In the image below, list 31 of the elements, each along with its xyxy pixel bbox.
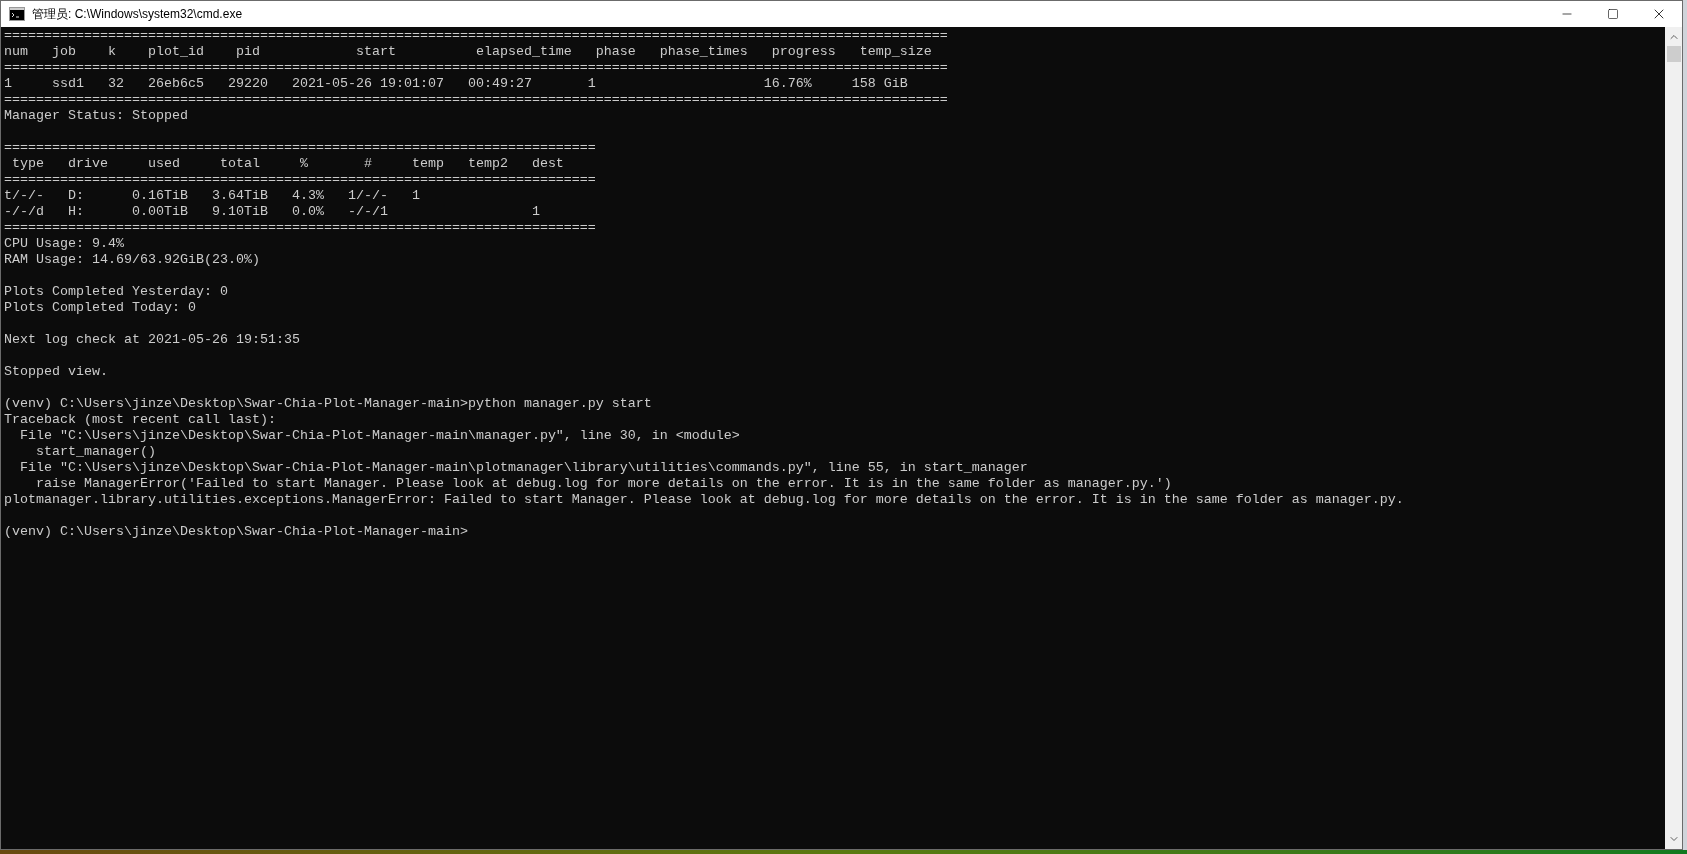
console-line: 1 ssd1 32 26eb6c5 29220 2021-05-26 19:01:07 00:49:27 1 16.76% 158 GiB <box>4 76 908 92</box>
terminal-icon <box>9 7 25 21</box>
console-line: ========================================================================== <box>4 220 596 236</box>
console-line: t/-/- D: 0.16TiB 3.64TiB 4.3% 1/-/- 1 <box>4 188 420 204</box>
console-line: ====================================================================================================================== <box>4 60 948 76</box>
console-line: plotmanager.library.utilities.exceptions.ManagerError: Failed to start Manager. Please look at debug.log for more details on the error. It is in the same folder as manager.py. <box>4 492 1404 508</box>
console-line: ====================================================================================================================== <box>4 92 948 108</box>
console-line: raise ManagerError('Failed to start Manager. Please look at debug.log for more details on the error. It is in the same folder as manager.py.') <box>35 476 1172 492</box>
console-line: File "C:\Users\jinze\Desktop\Swar-Chia-Plot-Manager-main\manager.py", line 30, in <module> <box>19 428 740 444</box>
scrollbar[interactable] <box>1665 27 1682 849</box>
console-line: CPU Usage: 9.4% <box>4 236 124 252</box>
console-line: ====================================================================================================================== <box>4 28 948 44</box>
console-line: (venv) C:\Users\jinze\Desktop\Swar-Chia-Plot-Manager-main>python manager.py start <box>4 396 652 412</box>
console-line: type drive used total % # temp temp2 dest <box>11 156 564 172</box>
console-line: start_manager() <box>35 444 156 460</box>
maximize-icon <box>1607 8 1619 20</box>
console-line: Next log check at 2021-05-26 19:51:35 <box>4 332 300 348</box>
console-line: Plots Completed Today: 0 <box>4 300 196 316</box>
console-line: Manager Status: Stopped <box>4 108 188 124</box>
console-line: (venv) C:\Users\jinze\Desktop\Swar-Chia-Plot-Manager-main> <box>4 524 468 540</box>
console-line: Traceback (most recent call last): <box>4 412 276 428</box>
console-line: Plots Completed Yesterday: 0 <box>4 284 228 300</box>
console-line: ========================================================================== <box>4 140 596 156</box>
console-line: Stopped view. <box>4 364 108 380</box>
scrollbar-thumb[interactable] <box>1666 46 1681 62</box>
console-line: ========================================================================== <box>4 172 596 188</box>
console-line: File "C:\Users\jinze\Desktop\Swar-Chia-Plot-Manager-main\plotmanager\library\utilities\commands.py", line 55, in start_manager <box>19 460 1028 476</box>
console-line: num job k plot_id pid start elapsed_time phase phase_times progress temp_size <box>4 44 932 60</box>
console-line: -/-/d H: 0.00TiB 9.10TiB 0.0% -/-/1 1 <box>4 204 540 220</box>
console-line: RAM Usage: 14.69/63.92GiB(23.0%) <box>4 252 260 268</box>
window-title: 管理员: C:\Windows\system32\cmd.exe <box>32 6 243 23</box>
